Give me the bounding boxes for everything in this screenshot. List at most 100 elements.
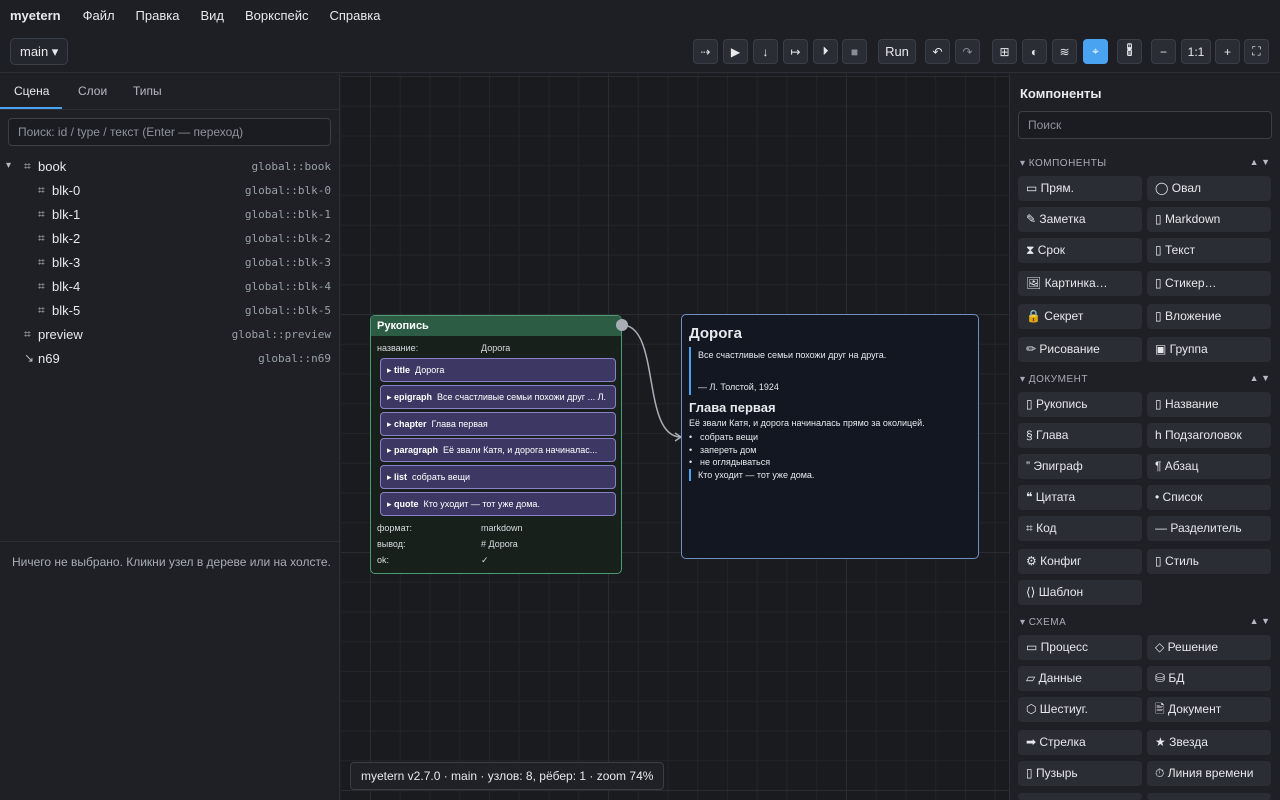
- components-search-input[interactable]: Поиск: [1018, 111, 1272, 139]
- edge-n69[interactable]: [621, 324, 682, 438]
- component-hexagon[interactable]: ⬡ Шестиуг.: [1018, 697, 1142, 722]
- component-manuscript[interactable]: ▯ Рукопись: [1018, 392, 1142, 417]
- zoom-in-button[interactable]: +: [1215, 39, 1240, 64]
- component-data[interactable]: ▱ Данные: [1018, 666, 1142, 691]
- step-out-button[interactable]: ↦: [783, 39, 808, 64]
- section-diagram-header[interactable]: ▾ СХЕМА: [1020, 617, 1066, 628]
- menu-view[interactable]: Вид: [200, 8, 224, 23]
- child-block-title[interactable]: ▸ title Дорога: [380, 358, 616, 382]
- play-button[interactable]: ▶: [723, 39, 748, 64]
- section-components-header[interactable]: ▾ КОМПОНЕНТЫ: [1020, 158, 1107, 169]
- component-oval[interactable]: ◯ Овал: [1147, 176, 1271, 201]
- tree-item-n69[interactable]: ↘ n69 global::n69: [0, 347, 340, 371]
- tree-item-blk-4[interactable]: ⌗ blk-4 global::blk-4: [0, 275, 340, 299]
- menu-workspace[interactable]: Воркспейс: [245, 8, 309, 23]
- component-style[interactable]: ▯ Стиль: [1147, 549, 1271, 574]
- grid-toggle-button[interactable]: ⊞: [992, 39, 1017, 64]
- tree-item-label: blk-4: [52, 279, 81, 294]
- component-epigraph[interactable]: ” Эпиграф: [1018, 454, 1142, 479]
- component-template[interactable]: ⟨⟩ Шаблон: [1018, 580, 1142, 605]
- component-secret[interactable]: 🔒 Секрет: [1018, 304, 1142, 329]
- section-reorder-arrows[interactable]: ▲ ▼: [1250, 157, 1270, 167]
- continue-button[interactable]: ⏵: [813, 39, 838, 64]
- component-title[interactable]: ▯ Название: [1147, 392, 1271, 417]
- tree-item-blk-1[interactable]: ⌗ blk-1 global::blk-1: [0, 203, 340, 227]
- component-text[interactable]: ▯ Текст: [1147, 238, 1271, 263]
- output-port[interactable]: [616, 319, 628, 331]
- tree-item-blk-3[interactable]: ⌗ blk-3 global::blk-3: [0, 251, 340, 275]
- wave-toggle-button[interactable]: ≋: [1052, 39, 1077, 64]
- tab-layers[interactable]: Слои: [78, 84, 107, 98]
- tree-item-blk-0[interactable]: ⌗ blk-0 global::blk-0: [0, 179, 340, 203]
- component-paragraph[interactable]: ¶ Абзац: [1147, 454, 1271, 479]
- tab-types[interactable]: Типы: [133, 84, 162, 98]
- chevron-down-icon[interactable]: ▾: [6, 160, 11, 171]
- snap-toggle-button[interactable]: ⌖: [1083, 39, 1108, 64]
- child-text: Кто уходит — тот уже дома.: [423, 499, 540, 509]
- manuscript-node[interactable]: Рукопись название: Дорога ▸ title Дорога…: [370, 315, 622, 574]
- component-markdown[interactable]: ▯ Markdown: [1147, 207, 1271, 232]
- branch-select[interactable]: main ▾: [10, 38, 69, 65]
- mouse-mode-button[interactable]: 🖁: [1117, 39, 1142, 64]
- component-chapter[interactable]: § Глава: [1018, 423, 1142, 448]
- menu-help[interactable]: Справка: [330, 8, 381, 23]
- component-image[interactable]: 🖼 Картинка…: [1018, 271, 1142, 296]
- tree-item-preview[interactable]: ⌗ preview global::preview: [0, 323, 340, 347]
- component-list[interactable]: • Список: [1147, 485, 1271, 510]
- component-star[interactable]: ★ Звезда: [1147, 730, 1271, 755]
- component-config[interactable]: ⚙ Конфиг: [1018, 549, 1142, 574]
- component-decision[interactable]: ◇ Решение: [1147, 635, 1271, 660]
- child-block-paragraph[interactable]: ▸ paragraph Её звали Катя, и дорога начи…: [380, 438, 616, 462]
- preview-node[interactable]: Дорога Все счастливые семьи похожи друг …: [681, 314, 979, 559]
- child-block-epigraph[interactable]: ▸ epigraph Все счастливые семьи похожи д…: [380, 385, 616, 409]
- component-bubble[interactable]: ▯ Пузырь: [1018, 761, 1142, 786]
- step-out-icon: ↦: [790, 44, 801, 59]
- component-drawing[interactable]: ✏ Рисование: [1018, 337, 1142, 362]
- run-button[interactable]: Run: [878, 39, 916, 64]
- continue-icon: ⏵: [822, 44, 829, 58]
- stop-button[interactable]: ■: [842, 39, 867, 64]
- component-database[interactable]: ⛁ БД: [1147, 666, 1271, 691]
- undo-button[interactable]: ↶: [925, 39, 950, 64]
- tree-item-label: blk-2: [52, 231, 81, 246]
- component-sticker[interactable]: ▯ Стикер…: [1147, 271, 1271, 296]
- component-note[interactable]: ✎ Заметка: [1018, 207, 1142, 232]
- component-document[interactable]: 🖹 Документ: [1147, 697, 1271, 722]
- component-quote[interactable]: ❝ Цитата: [1018, 485, 1142, 510]
- tree-item-book[interactable]: ▾ ⌗ book global::book: [0, 155, 340, 179]
- component-group[interactable]: ▣ Группа: [1147, 337, 1271, 362]
- component-attachment[interactable]: ▯ Вложение: [1147, 304, 1271, 329]
- step-into-button[interactable]: ↓: [753, 39, 778, 64]
- component-partial[interactable]: [1018, 793, 1142, 800]
- tree-item-blk-2[interactable]: ⌗ blk-2 global::blk-2: [0, 227, 340, 251]
- child-block-chapter[interactable]: ▸ chapter Глава первая: [380, 412, 616, 436]
- zoom-reset-button[interactable]: 1:1: [1181, 39, 1211, 64]
- node-title[interactable]: Рукопись: [371, 316, 621, 336]
- fit-view-button[interactable]: ⛶: [1244, 39, 1269, 64]
- section-reorder-arrows[interactable]: ▲ ▼: [1250, 373, 1270, 383]
- component-process[interactable]: ▭ Процесс: [1018, 635, 1142, 660]
- theme-toggle-button[interactable]: ◐: [1022, 39, 1047, 64]
- redo-button[interactable]: ↷: [955, 39, 980, 64]
- scene-search-input[interactable]: Поиск: id / type / текст (Enter — перехо…: [8, 118, 331, 146]
- child-text: собрать вещи: [412, 472, 471, 482]
- tree-item-blk-5[interactable]: ⌗ blk-5 global::blk-5: [0, 299, 340, 323]
- child-block-list[interactable]: ▸ list собрать вещи: [380, 465, 616, 489]
- step-over-button[interactable]: ⇢: [693, 39, 718, 64]
- component-arrow[interactable]: ➡ Стрелка: [1018, 730, 1142, 755]
- component-rect[interactable]: ▭ Прям.: [1018, 176, 1142, 201]
- section-reorder-arrows[interactable]: ▲ ▼: [1250, 616, 1270, 626]
- component-subheading[interactable]: h Подзаголовок: [1147, 423, 1271, 448]
- zoom-out-button[interactable]: −: [1151, 39, 1176, 64]
- menu-edit[interactable]: Правка: [136, 8, 180, 23]
- section-document-header[interactable]: ▾ ДОКУМЕНТ: [1020, 374, 1088, 385]
- component-code[interactable]: ⌗ Код: [1018, 516, 1142, 541]
- component-divider[interactable]: — Разделитель: [1147, 516, 1271, 541]
- tab-scene[interactable]: Сцена: [14, 84, 49, 98]
- menu-file[interactable]: Файл: [83, 8, 115, 23]
- component-deadline[interactable]: ⧗ Срок: [1018, 238, 1142, 263]
- canvas[interactable]: Рукопись название: Дорога ▸ title Дорога…: [341, 74, 1009, 800]
- child-block-quote[interactable]: ▸ quote Кто уходит — тот уже дома.: [380, 492, 616, 516]
- component-timeline[interactable]: ⏱ Линия времени: [1147, 761, 1271, 786]
- component-partial[interactable]: [1147, 793, 1271, 800]
